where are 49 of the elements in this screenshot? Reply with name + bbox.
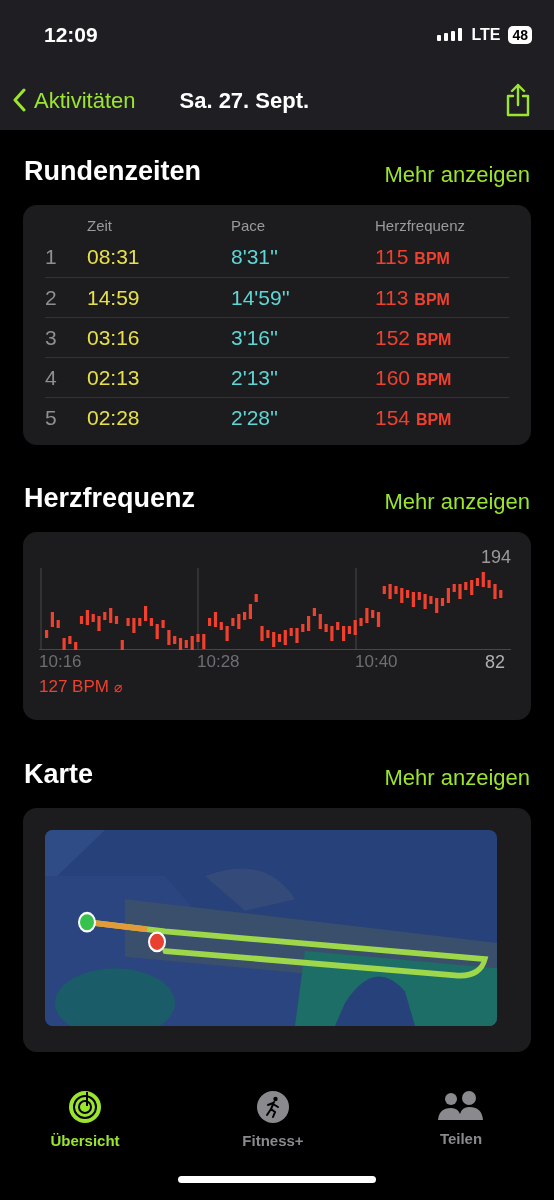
lap-heart-rate: 115 BPM (375, 244, 451, 271)
lap-pace: 8'31'' (231, 244, 280, 271)
lap-pace: 14'59'' (231, 284, 291, 311)
chevron-left-icon (12, 88, 26, 112)
lap-pace: 2'13'' (231, 364, 280, 391)
show-more-link[interactable]: Mehr anzeigen (384, 485, 530, 518)
column-header: Herzfrequenz (375, 215, 467, 236)
clock-time: 12:09 (44, 22, 98, 49)
back-button[interactable]: Aktivitäten (12, 83, 136, 117)
show-more-link[interactable]: Mehr anzeigen (384, 761, 530, 794)
network-label: LTE (471, 25, 501, 45)
min-value: 82 (484, 650, 505, 674)
lap-number: 2 (45, 284, 58, 311)
lap-pace: 3'16'' (231, 324, 280, 351)
lap-number: 3 (45, 324, 58, 351)
lap-time: 03:16 (87, 324, 141, 351)
lap-number: 5 (45, 404, 58, 431)
column-header: Zeit (87, 215, 113, 236)
page-title: Sa. 27. Sept. (179, 86, 310, 115)
lap-time: 08:31 (87, 244, 141, 271)
time-label: 10:28 (197, 651, 241, 674)
time-label: 10:16 (39, 651, 83, 674)
runner-icon (256, 1090, 290, 1124)
lap-heart-rate: 152 BPM (375, 324, 453, 351)
section-title: Karte (24, 757, 94, 791)
section-title: Herzfrequenz (24, 481, 196, 515)
show-more-link[interactable]: Mehr anzeigen (384, 158, 530, 191)
tab-button[interactable]: Teilen (391, 1090, 531, 1160)
section-title: Rundenzeiten (24, 154, 201, 188)
lap-time: 02:13 (87, 364, 141, 391)
people-icon (438, 1090, 484, 1122)
lap-heart-rate: 160 BPM (375, 364, 453, 391)
lap-number: 1 (45, 244, 58, 271)
tab-button[interactable]: Fitness+ (203, 1090, 343, 1160)
lap-time: 02:28 (87, 404, 141, 431)
share-icon[interactable] (504, 83, 532, 117)
rings-icon (68, 1090, 102, 1124)
lap-heart-rate: 113 BPM (375, 284, 451, 311)
time-label: 10:40 (355, 651, 398, 674)
lap-pace: 2'28'' (231, 404, 280, 431)
column-header: Pace (231, 215, 267, 236)
tab-button[interactable]: Übersicht (15, 1090, 155, 1160)
max-value: 194 (480, 547, 511, 567)
lap-time: 14:59 (87, 284, 141, 311)
lap-number: 4 (45, 364, 58, 391)
average-heart-rate: 127 BPM ⌀ (39, 677, 122, 696)
signal-icon (437, 28, 464, 42)
battery-indicator: 48 (508, 26, 532, 44)
lap-heart-rate: 154 BPM (375, 404, 453, 431)
